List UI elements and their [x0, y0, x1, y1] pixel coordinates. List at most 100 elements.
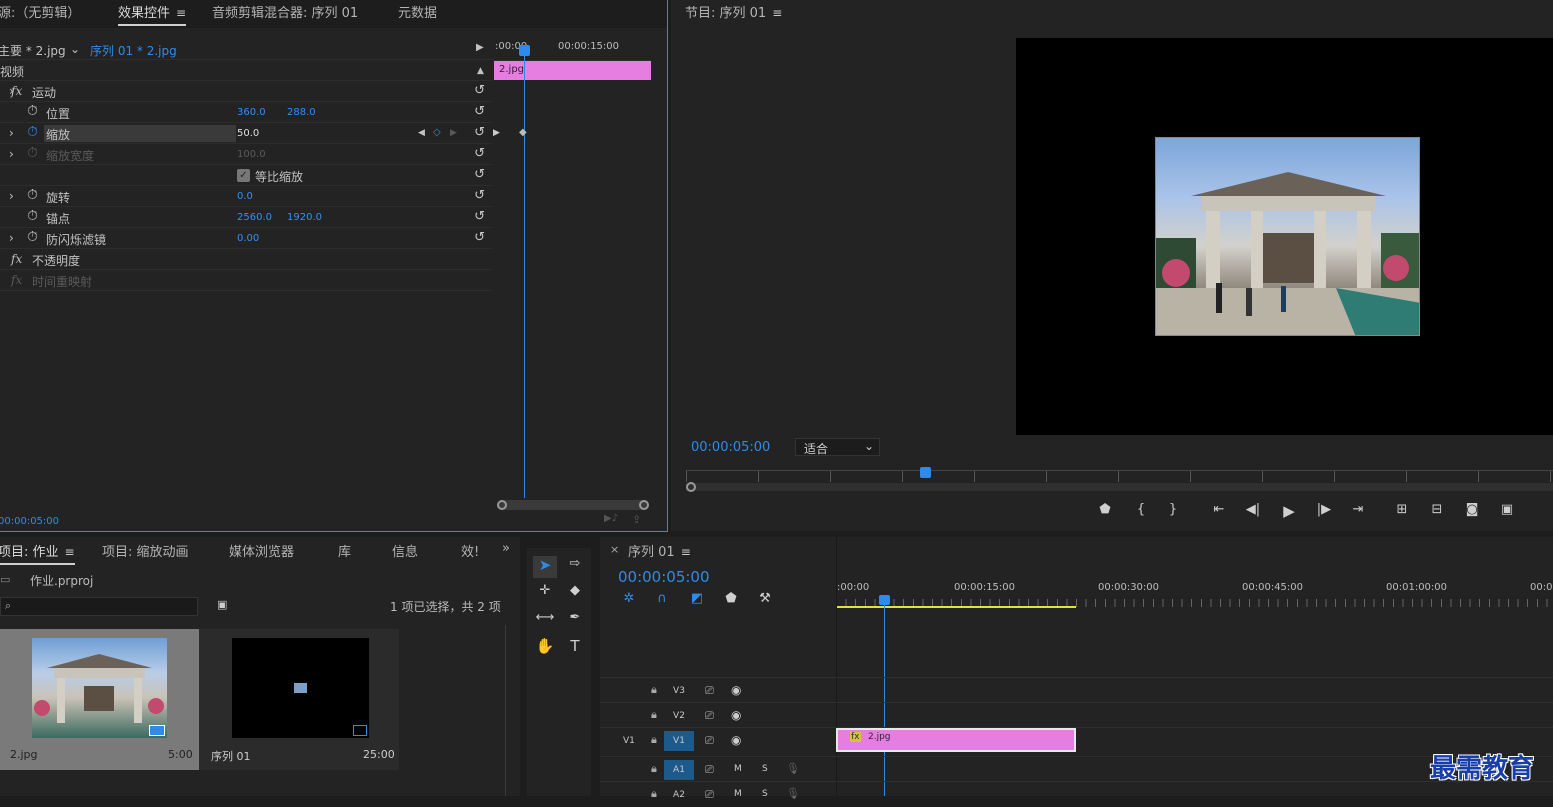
project-item-sequence[interactable]: 序列 01 25:00 — [199, 629, 399, 770]
sync-lock-icon[interactable]: ⎚ — [705, 709, 714, 723]
property-value-1[interactable]: 0.00 — [237, 233, 259, 244]
play-triangle-icon[interactable]: ▶ — [476, 42, 484, 53]
sequence-clip-label[interactable]: 序列 01 * 2.jpg — [90, 42, 177, 59]
reset-icon[interactable]: ↺ — [474, 188, 485, 203]
compare-view-icon[interactable]: ▣ — [1496, 502, 1518, 517]
chevron-down-icon[interactable]: ⌄ — [70, 42, 80, 56]
mute-button[interactable]: M — [734, 764, 742, 774]
stopwatch-icon[interactable]: ⏱ — [27, 208, 38, 224]
reset-icon[interactable]: ↺ — [474, 167, 485, 182]
property-row[interactable]: ⏱ 位置 360.0 288.0 ↺ — [0, 102, 493, 123]
mark-out-icon[interactable]: } — [1164, 502, 1182, 517]
razor-tool-icon[interactable]: ◆ — [563, 583, 587, 598]
mini-clip-bar[interactable]: 2.jpg — [494, 61, 651, 80]
go-to-out-icon[interactable]: ⇥ — [1348, 502, 1368, 517]
property-row[interactable]: › ⏱ 防闪烁滤镜 0.00 ↺ — [0, 228, 493, 249]
microphone-icon[interactable]: 🎙︎ — [786, 787, 800, 800]
lock-icon[interactable]: 🔒︎ — [651, 683, 657, 697]
master-clip-label[interactable]: 主要 * 2.jpg — [0, 42, 66, 59]
property-value-1[interactable]: 2560.0 — [237, 212, 272, 223]
timeline-clip[interactable]: fx 2.jpg — [836, 728, 1076, 752]
more-tabs-icon[interactable]: » — [502, 541, 510, 556]
effect-timecode[interactable]: 00:00:05:00 — [0, 516, 59, 527]
solo-button[interactable]: S — [762, 764, 768, 774]
property-value-2[interactable]: 288.0 — [287, 107, 316, 118]
tab-library[interactable]: 库 — [338, 541, 351, 560]
search-input[interactable]: ⌕ — [0, 597, 198, 616]
add-keyframe-icon[interactable]: ◇ — [433, 127, 441, 138]
track-target[interactable]: A1 — [664, 760, 694, 780]
add-marker-icon[interactable]: ⬟ — [722, 591, 740, 606]
track-target[interactable]: V3 — [664, 681, 694, 701]
eye-icon[interactable]: ◉ — [731, 683, 741, 697]
lock-icon[interactable]: 🔒︎ — [651, 733, 657, 747]
collapse-up-icon[interactable]: ▲ — [477, 66, 484, 76]
work-area-bar[interactable] — [836, 606, 1076, 608]
keyframe-nav-icon[interactable]: ▶ — [493, 128, 500, 138]
expand-arrow-icon[interactable]: › — [9, 126, 14, 140]
reset-icon[interactable]: ↺ — [474, 146, 485, 161]
lock-icon[interactable]: 🔒︎ — [651, 787, 657, 801]
eye-icon[interactable]: ◉ — [731, 708, 741, 722]
project-item-image[interactable]: 2.jpg 5:00 — [0, 629, 199, 770]
property-row[interactable]: › ⏱ 缩放 50.0 ◀ ◇ ▶ ↺ — [0, 123, 493, 144]
tab-project-zuoye[interactable]: 项目: 作业 ≡ — [0, 541, 75, 565]
mini-timeline-ruler[interactable]: :00:00 00:00:15:00 — [493, 40, 651, 61]
program-timecode[interactable]: 00:00:05:00 — [691, 440, 770, 455]
mute-button[interactable]: M — [734, 789, 742, 799]
play-icon[interactable]: ▶ — [1279, 502, 1299, 520]
zoom-handle-right[interactable] — [639, 500, 649, 510]
keyframe-diamond-icon[interactable]: ◆ — [519, 127, 527, 138]
stopwatch-icon[interactable]: ⏱ — [27, 103, 38, 119]
timeline-timecode[interactable]: 00:00:05:00 — [618, 568, 710, 586]
tab-effect-controls[interactable]: 效果控件 ≡ — [118, 2, 187, 26]
expand-arrow-icon[interactable]: › — [9, 189, 14, 203]
fx-icon[interactable]: fx — [11, 252, 22, 266]
track-target[interactable]: V2 — [664, 706, 694, 726]
zoom-handle-left[interactable] — [497, 500, 507, 510]
timeline-playhead-handle[interactable] — [879, 595, 890, 605]
tab-source[interactable]: 源:（无剪辑） — [0, 2, 80, 21]
tab-info[interactable]: 信息 — [392, 541, 418, 560]
ripple-edit-tool-icon[interactable]: ✛ — [533, 583, 557, 598]
snap-magnet-icon[interactable]: ∩ — [653, 591, 671, 606]
sync-lock-icon[interactable]: ⎚ — [705, 684, 714, 698]
property-value-1[interactable]: 0.0 — [237, 191, 253, 202]
export-icon[interactable]: ⇪ — [632, 513, 641, 526]
tab-effects[interactable]: 效! — [461, 541, 479, 560]
fit-dropdown[interactable]: 适合 ⌄ — [795, 438, 880, 456]
type-tool-icon[interactable]: T — [563, 637, 587, 655]
property-row[interactable]: › ⏱ 旋转 0.0 ↺ — [0, 186, 493, 207]
tab-media-browser[interactable]: 媒体浏览器 — [229, 541, 294, 560]
property-row[interactable]: › ⏱ 缩放宽度 100.0 ↺ — [0, 144, 493, 165]
stopwatch-icon[interactable]: ⏱ — [27, 187, 38, 203]
property-row[interactable]: fx 不透明度 — [0, 249, 493, 270]
add-marker-icon[interactable]: ⬟ — [1096, 502, 1114, 517]
effect-playhead[interactable] — [524, 48, 525, 498]
mark-in-icon[interactable]: { — [1132, 502, 1150, 517]
sync-lock-icon[interactable]: ⎚ — [705, 763, 714, 777]
nest-icon[interactable]: ✲ — [620, 591, 638, 606]
track-header-a1[interactable]: 🔒︎ A1 ⎚ M S 🎙︎ — [600, 757, 836, 782]
source-patch[interactable]: V1 — [623, 736, 635, 746]
hand-tool-icon[interactable]: ✋ — [533, 637, 557, 655]
effect-playhead-handle[interactable] — [519, 45, 530, 56]
timeline-ruler[interactable]: :00:00 00:00:15:00 00:00:30:00 00:00:45:… — [836, 575, 1553, 611]
property-row[interactable]: fx 时间重映射 — [0, 270, 493, 291]
track-target[interactable]: A2 — [664, 785, 694, 805]
track-select-tool-icon[interactable]: ⇨ — [563, 556, 587, 571]
tab-metadata[interactable]: 元数据 — [398, 2, 437, 21]
next-keyframe-icon[interactable]: ▶ — [450, 128, 457, 138]
microphone-icon[interactable]: 🎙︎ — [786, 762, 800, 775]
property-value-2[interactable]: 1920.0 — [287, 212, 322, 223]
program-playhead-handle[interactable] — [920, 467, 931, 478]
program-viewer[interactable] — [1016, 38, 1553, 435]
eye-icon[interactable]: ◉ — [731, 733, 741, 747]
new-bin-icon[interactable]: ▣ — [217, 598, 227, 611]
scrollbar[interactable] — [505, 625, 506, 796]
hamburger-menu-icon[interactable]: ≡ — [681, 545, 691, 559]
go-to-in-icon[interactable]: ⇤ — [1209, 502, 1229, 517]
program-zoom-bar[interactable] — [686, 482, 1553, 492]
hamburger-menu-icon[interactable]: ≡ — [772, 6, 782, 20]
pen-tool-icon[interactable]: ✒ — [563, 610, 587, 625]
